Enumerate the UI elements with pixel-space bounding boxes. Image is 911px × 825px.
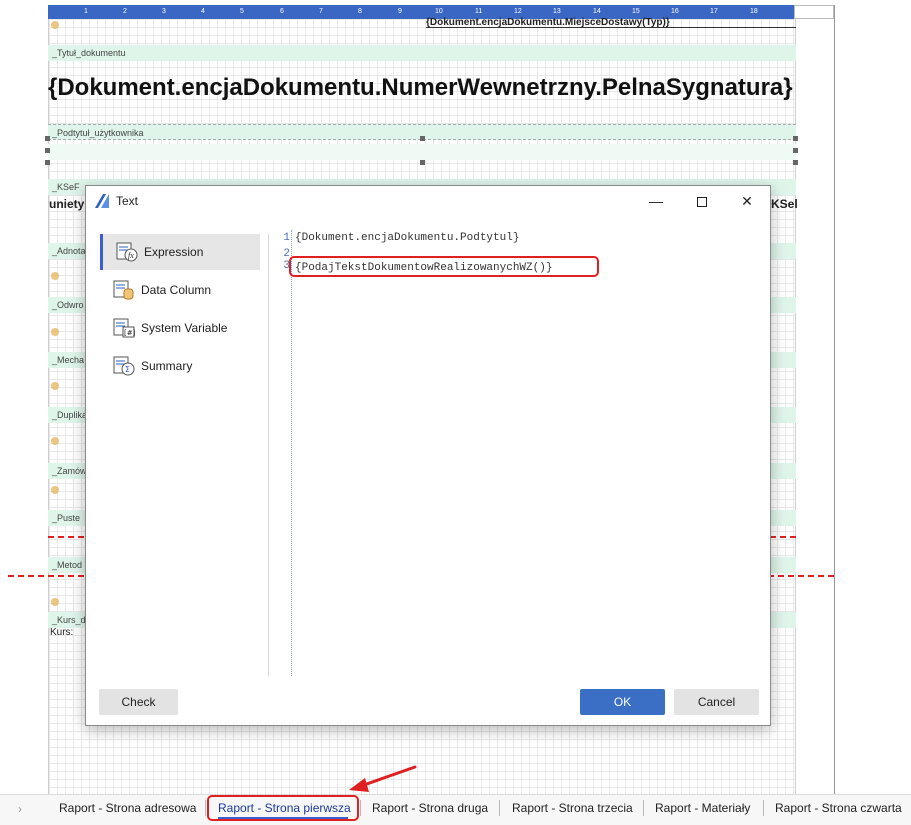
- report-field-miejsce-dostawy[interactable]: {Dokument.encjaDokumentu.MiejsceDostawy(…: [426, 17, 796, 28]
- tab-strona-czwarta[interactable]: Raport - Strona czwarta: [775, 801, 902, 815]
- selection-handle[interactable]: [793, 160, 798, 165]
- selection-handle[interactable]: [420, 160, 425, 165]
- ruler-mark: 5: [240, 8, 244, 15]
- nav-divider: [268, 234, 269, 676]
- tab-highlight-box: [207, 795, 359, 821]
- tab-strona-druga[interactable]: Raport - Strona druga: [372, 801, 488, 815]
- ksef-left-text: uniety: [49, 197, 85, 211]
- app-logo-icon: [95, 194, 109, 208]
- report-tab-bar: › Raport - Strona adresowa Raport - Stro…: [0, 794, 911, 825]
- nav-label: Summary: [141, 359, 193, 373]
- kurs-label: Kurs:: [50, 627, 74, 638]
- selection-handle[interactable]: [45, 136, 50, 141]
- maximize-button[interactable]: [687, 190, 717, 212]
- ruler-mark: 9: [398, 8, 402, 15]
- text-dialog: Text — ✕ fx Expression Data Column [#] S…: [85, 185, 771, 726]
- ruler-mark: 6: [280, 8, 284, 15]
- cancel-button[interactable]: Cancel: [674, 689, 759, 715]
- ksef-right-text: KSel: [771, 197, 798, 211]
- chevron-right-icon[interactable]: ›: [18, 802, 22, 816]
- code-highlight-box: [289, 256, 599, 277]
- expression-icon: fx: [116, 242, 138, 262]
- annotation-arrow-icon: [349, 765, 417, 792]
- pin-icon: [51, 598, 59, 606]
- tab-separator: [360, 800, 361, 816]
- svg-text:[#]: [#]: [124, 329, 135, 337]
- ruler-mark: 7: [319, 8, 323, 15]
- system-variable-icon: [#]: [113, 318, 135, 338]
- pin-icon: [51, 272, 59, 280]
- ruler-mark: 2: [123, 8, 127, 15]
- editor-gutter: [291, 230, 292, 676]
- nav-item-data-column[interactable]: Data Column: [100, 272, 260, 308]
- nav-item-system-variable[interactable]: [#] System Variable: [100, 310, 260, 346]
- page-border: [834, 5, 835, 795]
- tab-separator: [499, 800, 500, 816]
- ruler-extension: [794, 5, 834, 19]
- nav-label: Expression: [144, 245, 204, 259]
- tab-separator: [205, 800, 206, 816]
- tab-strona-trzecia[interactable]: Raport - Strona trzecia: [512, 801, 633, 815]
- ruler-mark: 8: [358, 8, 362, 15]
- minimize-icon: —: [649, 193, 663, 209]
- nav-item-expression[interactable]: fx Expression: [100, 234, 260, 270]
- svg-text:Σ: Σ: [125, 365, 130, 374]
- check-button[interactable]: Check: [99, 689, 178, 715]
- pin-icon: [51, 486, 59, 494]
- band-podtytul-body[interactable]: [48, 144, 796, 160]
- line-number: 1: [283, 232, 290, 244]
- data-column-icon: [113, 280, 134, 300]
- pin-icon: [51, 437, 59, 445]
- close-button[interactable]: ✕: [732, 190, 762, 212]
- band-tytul-dokumentu[interactable]: _Tytuł_dokumentu: [48, 45, 796, 61]
- nav-item-summary[interactable]: Σ Summary: [100, 348, 260, 384]
- pin-icon: [51, 328, 59, 336]
- nav-label: Data Column: [141, 283, 212, 297]
- report-field-pelna-sygnatura[interactable]: {Dokument.encjaDokumentu.NumerWewnetrzny…: [48, 74, 808, 102]
- dialog-titlebar[interactable]: Text — ✕: [86, 186, 770, 216]
- dialog-title: Text: [116, 194, 139, 208]
- selection-handle[interactable]: [793, 148, 798, 153]
- selection-handle[interactable]: [45, 160, 50, 165]
- selection-handle[interactable]: [45, 148, 50, 153]
- tab-materialy[interactable]: Raport - Materiały: [655, 801, 750, 815]
- tab-separator: [643, 800, 644, 816]
- ruler-mark: 1: [84, 8, 88, 15]
- ok-button[interactable]: OK: [580, 689, 665, 715]
- pin-icon: [51, 382, 59, 390]
- svg-text:fx: fx: [128, 251, 134, 260]
- minimize-button[interactable]: —: [641, 190, 671, 212]
- line-number: 2: [283, 248, 290, 260]
- maximize-icon: [697, 197, 707, 208]
- tab-strona-adresowa[interactable]: Raport - Strona adresowa: [59, 801, 196, 815]
- selection-handle[interactable]: [793, 136, 798, 141]
- expression-editor[interactable]: 1 2 3 {Dokument.encjaDokumentu.Podtytul}…: [278, 230, 758, 676]
- pin-icon: [51, 21, 59, 29]
- tab-separator: [763, 800, 764, 816]
- nav-label: System Variable: [141, 321, 228, 335]
- summary-icon: Σ: [113, 356, 135, 376]
- selection-handle[interactable]: [420, 136, 425, 141]
- ruler-mark: 4: [201, 8, 205, 15]
- dialog-nav: fx Expression Data Column [#] System Var…: [100, 234, 260, 386]
- code-line: {Dokument.encjaDokumentu.Podtytul}: [295, 232, 520, 244]
- ruler-mark: 3: [162, 8, 166, 15]
- close-icon: ✕: [741, 193, 753, 209]
